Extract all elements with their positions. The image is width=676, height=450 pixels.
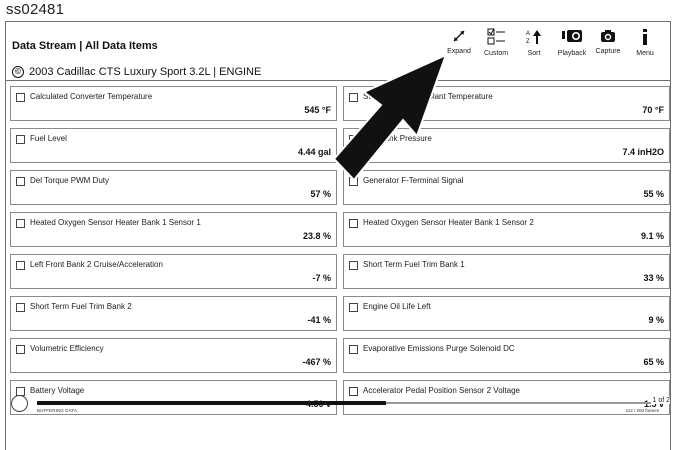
item-checkbox[interactable] [349, 93, 358, 102]
vehicle-info: © 2003 Cadillac CTS Luxury Sport 3.2L | … [12, 66, 261, 78]
camera-icon [601, 30, 615, 42]
data-item[interactable]: Fuel Tank Pressure 7.4 inH2O [343, 128, 670, 163]
data-item[interactable]: Calculated Converter Temperature 545 °F [10, 86, 337, 121]
data-item[interactable]: Short Term Fuel Trim Bank 2 -41 % [10, 296, 337, 331]
item-value: 4.44 gal [297, 147, 331, 157]
item-checkbox[interactable] [16, 261, 25, 270]
screenshot-id-label: ss02481 [6, 1, 65, 18]
item-checkbox[interactable] [349, 261, 358, 270]
svg-text:A: A [526, 31, 530, 37]
data-item[interactable]: Left Front Bank 2 Cruise/Acceleration -7… [10, 254, 337, 289]
item-checkbox[interactable] [349, 177, 358, 186]
item-checkbox[interactable] [349, 219, 358, 228]
item-value: -467 % [302, 357, 331, 367]
item-value: 7.4 inH2O [622, 147, 664, 157]
data-item[interactable]: Short Term Fuel Trim Bank 1 33 % [343, 254, 670, 289]
data-item[interactable]: Heated Oxygen Sensor Heater Bank 1 Senso… [343, 212, 670, 247]
data-item[interactable]: Heated Oxygen Sensor Heater Bank 1 Senso… [10, 212, 337, 247]
frame-counter: 112 / 200 frames [625, 408, 659, 413]
data-item[interactable]: Fuel Level 4.44 gal [10, 128, 337, 163]
item-checkbox[interactable] [16, 135, 25, 144]
item-value: 9.1 % [640, 231, 664, 241]
item-value: 33 % [643, 273, 664, 283]
custom-list-icon [487, 28, 505, 45]
item-checkbox[interactable] [349, 135, 358, 144]
data-item[interactable]: Evaporative Emissions Purge Solenoid DC … [343, 338, 670, 373]
item-name: Startup Engine Coolant Temperature [363, 92, 493, 101]
item-checkbox[interactable] [349, 345, 358, 354]
page-title: Data Stream | All Data Items [12, 40, 158, 52]
progress-fill [37, 401, 387, 405]
item-name: Generator F-Terminal Signal [363, 176, 464, 185]
page-indicator: 1 of 2 [651, 397, 670, 404]
data-stream-panel: Data Stream | All Data Items © 2003 Cadi… [5, 21, 671, 450]
menu-button[interactable]: Menu [620, 28, 670, 57]
info-menu-icon [643, 29, 647, 45]
expand-icon [453, 30, 465, 42]
data-item[interactable]: Del Torque PWM Duty 57 % [10, 170, 337, 205]
item-value: 545 °F [304, 105, 331, 115]
sort-az-icon: A Z [526, 30, 541, 45]
buffering-status: BUFFERING DATA. [37, 408, 79, 413]
item-value: 70 °F [642, 105, 664, 115]
item-name: Evaporative Emissions Purge Solenoid DC [363, 344, 515, 353]
item-name: Del Torque PWM Duty [30, 176, 109, 185]
data-item[interactable]: Generator F-Terminal Signal 55 % [343, 170, 670, 205]
copyright-icon: © [12, 66, 24, 78]
item-name: Volumetric Efficiency [30, 344, 104, 353]
item-value: 23.8 % [302, 231, 331, 241]
item-value: 65 % [643, 357, 664, 367]
item-name: Short Term Fuel Trim Bank 1 [363, 260, 465, 269]
item-name: Fuel Level [30, 134, 67, 143]
item-checkbox[interactable] [16, 93, 25, 102]
item-name: Short Term Fuel Trim Bank 2 [30, 302, 132, 311]
item-value: -7 % [312, 273, 331, 283]
item-value: 57 % [310, 189, 331, 199]
item-value: 9 % [648, 315, 664, 325]
item-name: Heated Oxygen Sensor Heater Bank 1 Senso… [363, 218, 534, 227]
item-checkbox[interactable] [16, 219, 25, 228]
item-name: Left Front Bank 2 Cruise/Acceleration [30, 260, 163, 269]
header-divider [6, 80, 670, 81]
svg-text:Z: Z [526, 39, 530, 45]
item-checkbox[interactable] [16, 345, 25, 354]
item-name: Fuel Tank Pressure [363, 134, 432, 143]
item-name: Accelerator Pedal Position Sensor 2 Volt… [363, 386, 520, 395]
item-name: Calculated Converter Temperature [30, 92, 153, 101]
item-value: 55 % [643, 189, 664, 199]
menu-label: Menu [636, 50, 654, 57]
item-checkbox[interactable] [16, 303, 25, 312]
playback-icon [562, 30, 582, 42]
play-pause-button[interactable] [11, 395, 28, 412]
item-name: Battery Voltage [30, 386, 85, 395]
data-item[interactable]: Startup Engine Coolant Temperature 70 °F [343, 86, 670, 121]
playback-bar: BUFFERING DATA. 112 / 200 frames 1 of 2 [6, 395, 670, 425]
item-name: Heated Oxygen Sensor Heater Bank 1 Senso… [30, 218, 201, 227]
progress-track[interactable] [37, 401, 661, 405]
item-name: Engine Oil Life Left [363, 302, 431, 311]
item-value: -41 % [307, 315, 331, 325]
data-item[interactable]: Engine Oil Life Left 9 % [343, 296, 670, 331]
vehicle-label: 2003 Cadillac CTS Luxury Sport 3.2L | EN… [29, 66, 262, 78]
data-item[interactable]: Volumetric Efficiency -467 % [10, 338, 337, 373]
item-checkbox[interactable] [16, 177, 25, 186]
item-checkbox[interactable] [349, 303, 358, 312]
